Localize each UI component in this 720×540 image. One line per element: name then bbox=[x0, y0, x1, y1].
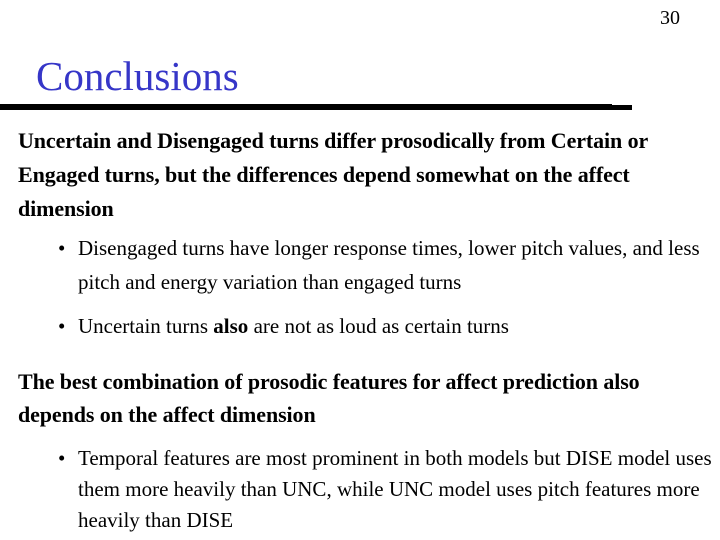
bullet-text-end: are not as loud as certain turns bbox=[248, 314, 509, 338]
slide-title: Conclusions bbox=[36, 53, 239, 99]
conclusion-paragraph-1: Uncertain and Disengaged turns differ pr… bbox=[18, 128, 648, 221]
title-underline bbox=[0, 104, 612, 110]
bullet-item: • Disengaged turns have longer response … bbox=[58, 231, 718, 299]
conclusion-paragraph-2: The best combination of prosodic feature… bbox=[18, 369, 640, 427]
bullet-text: Disengaged turns have longer response ti… bbox=[78, 236, 700, 294]
title-underline-tail bbox=[612, 105, 632, 110]
bullet-text-emphasis: also bbox=[213, 314, 249, 338]
bullet-item: • Temporal features are most prominent i… bbox=[58, 443, 718, 536]
bullet-icon: • bbox=[58, 446, 66, 470]
bullet-text-start: Uncertain turns bbox=[78, 314, 214, 338]
bullet-text: Temporal features are most prominent in … bbox=[78, 446, 712, 532]
bullet-icon: • bbox=[58, 236, 66, 260]
bullet-item: • Uncertain turns also are not as loud a… bbox=[58, 309, 718, 343]
bullet-icon: • bbox=[58, 314, 66, 338]
bullet-text: Uncertain turns also are not as loud as … bbox=[78, 309, 718, 343]
page-number: 30 bbox=[660, 7, 680, 29]
